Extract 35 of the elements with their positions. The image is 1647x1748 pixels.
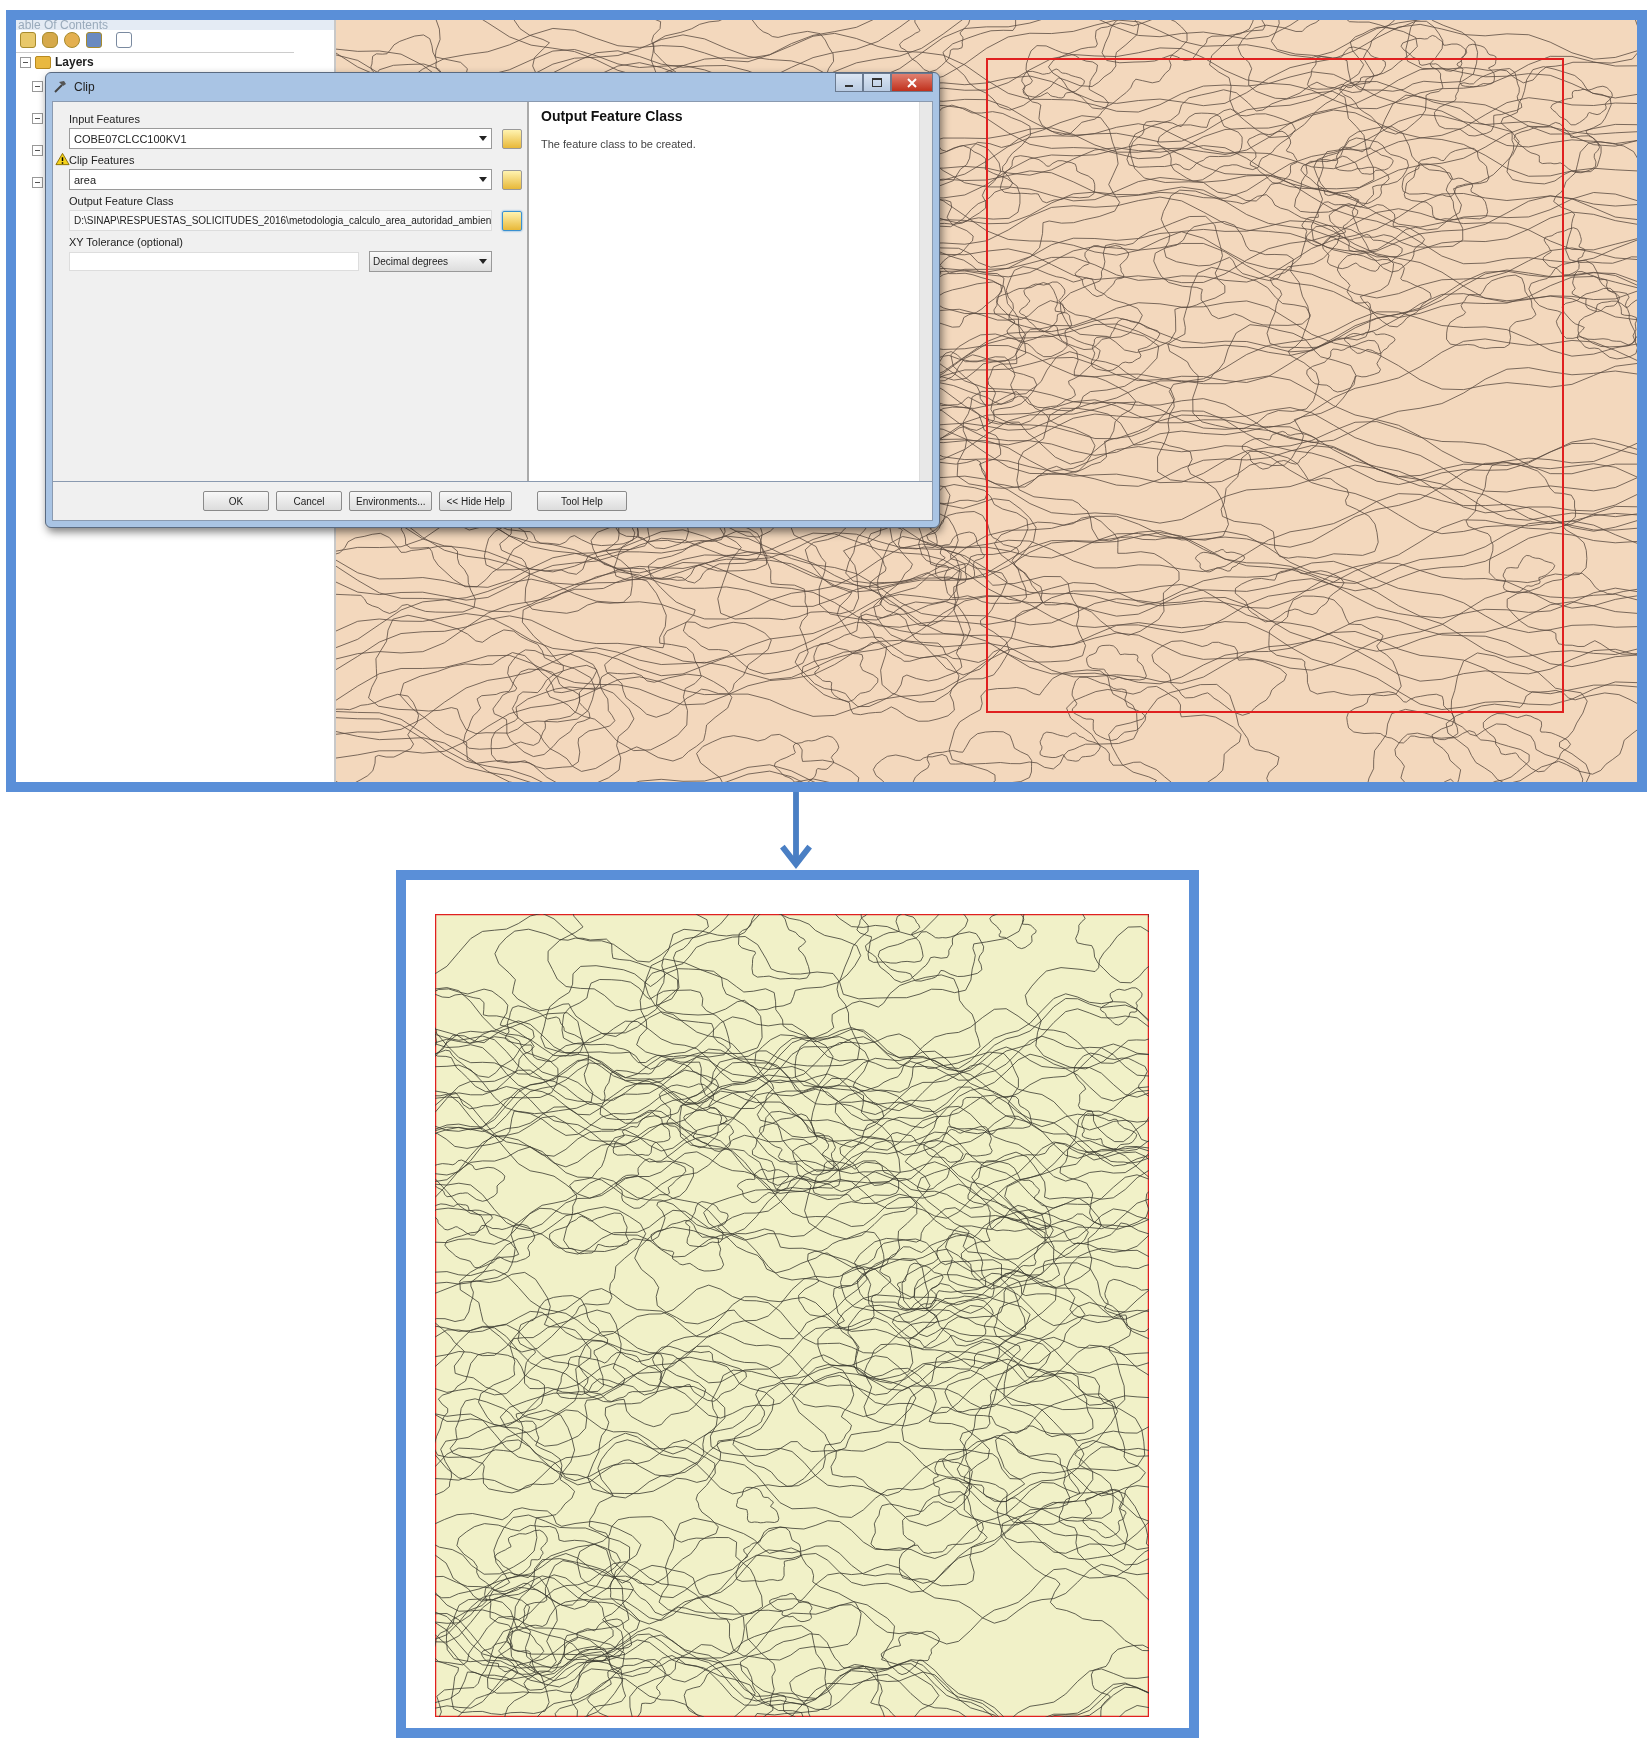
path-field[interactable]: D:\SINAP\RESPUESTAS_SOLICITUDES_2016\metodologia_calculo_area_autoridad_ambien [69, 210, 493, 231]
expander-icon[interactable] [32, 145, 43, 156]
parameter-label: Clip Features [69, 154, 135, 166]
expander-icon[interactable] [32, 81, 43, 92]
combo-field[interactable]: area [69, 169, 493, 190]
dropdown-caret-icon[interactable] [479, 259, 487, 264]
combo-field[interactable]: COBE07CLCC100KV1 [69, 128, 493, 149]
dialog-button[interactable]: OK [203, 491, 269, 511]
help-title: Output Feature Class [541, 108, 684, 124]
tolerance-field[interactable] [69, 252, 359, 271]
parameter-label: XY Tolerance (optional) [69, 236, 183, 248]
close-icon [907, 77, 917, 88]
parameter-label: Input Features [69, 113, 140, 125]
dialog-button[interactable]: Environments... [349, 491, 433, 511]
dialog-button[interactable]: Cancel [276, 491, 342, 511]
dialog-title: Clip [74, 80, 95, 94]
dropdown-caret-icon[interactable] [479, 136, 488, 141]
scrollbar[interactable] [919, 102, 932, 481]
dialog-button[interactable]: Tool Help [536, 491, 627, 511]
expander-icon[interactable] [20, 56, 31, 68]
tree-item[interactable]: Layers [55, 55, 94, 69]
parameter-label: Output Feature Class [69, 195, 174, 207]
maximize-icon [872, 78, 882, 87]
hammer-icon [52, 79, 68, 95]
dropdown-caret-icon[interactable] [479, 177, 488, 182]
unit-dropdown[interactable]: Decimal degrees [369, 251, 492, 272]
toc-title: able Of Contents [16, 20, 334, 30]
help-text: The feature class to be created. [541, 138, 697, 150]
minimize-icon [845, 84, 853, 87]
dialog-button[interactable]: << Hide Help [439, 491, 512, 511]
close-button[interactable] [891, 73, 933, 92]
minimize-button[interactable] [835, 73, 863, 92]
maximize-button[interactable] [863, 73, 891, 92]
expander-icon[interactable] [32, 177, 43, 188]
expander-icon[interactable] [32, 113, 43, 124]
